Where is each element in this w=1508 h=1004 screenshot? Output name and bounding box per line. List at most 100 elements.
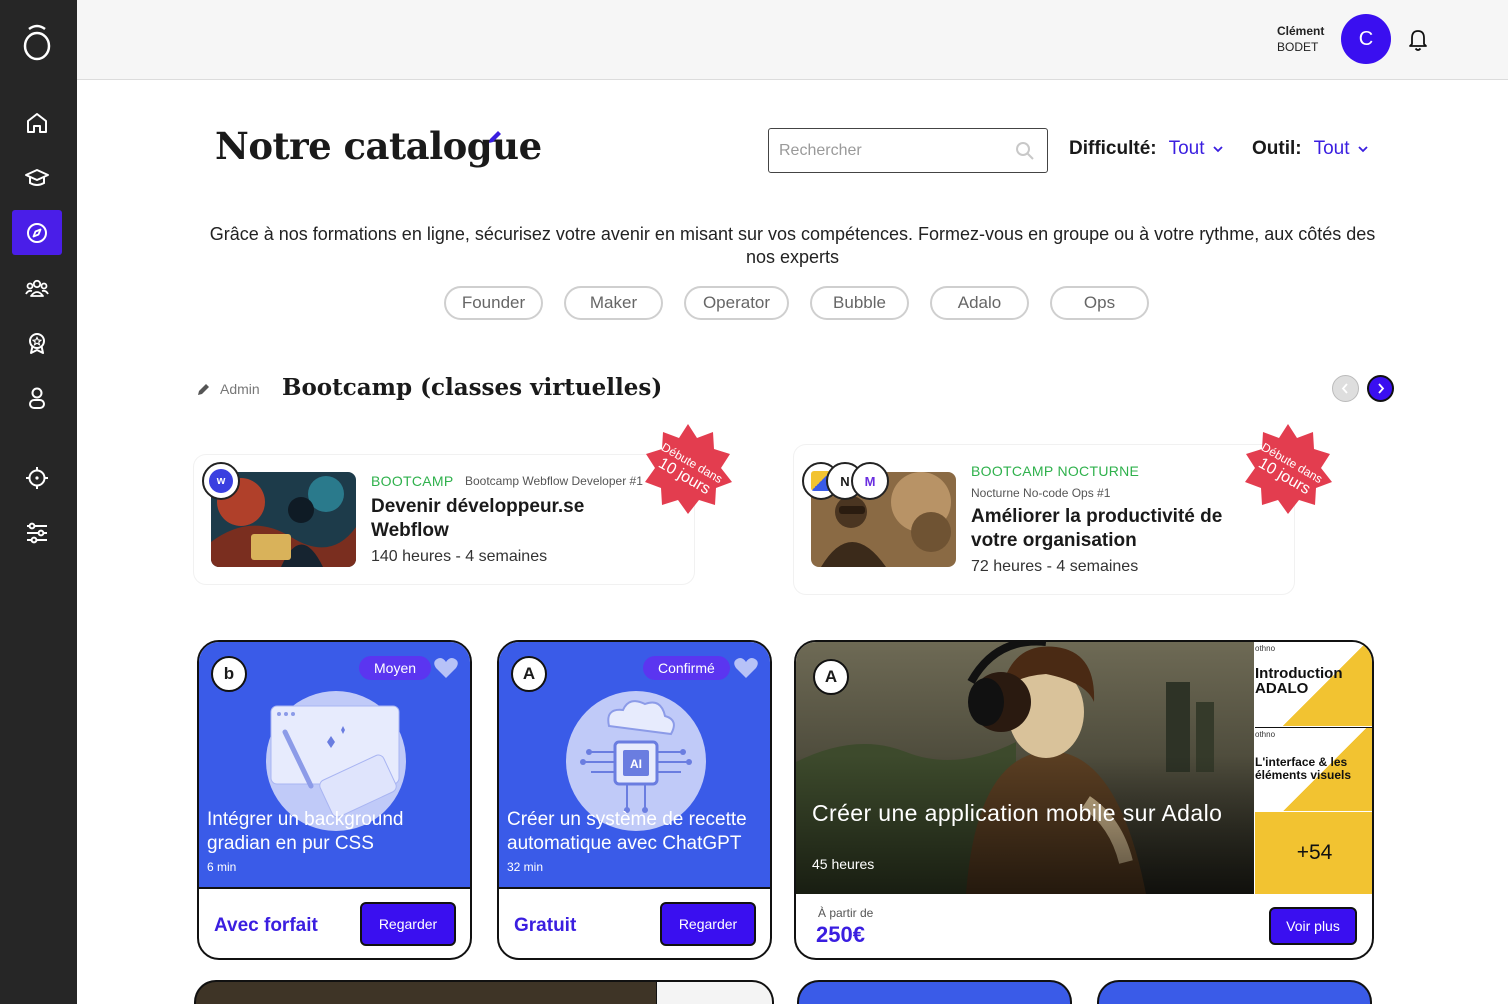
bootcamp-title: Devenir développeur.se Webflow — [371, 496, 585, 541]
bubble-logo-icon: b — [211, 656, 247, 692]
badge-icon — [29, 332, 45, 354]
level-badge: Confirmé — [643, 656, 730, 680]
user-name[interactable]: Clément BODET — [1277, 23, 1324, 55]
featured-title: Créer une application mobile sur Adalo — [812, 800, 1223, 826]
bell-icon[interactable] — [1407, 27, 1429, 53]
heart-icon[interactable] — [733, 656, 759, 680]
course-cover: A Confirmé AI Créer un système de recett… — [499, 642, 770, 887]
difficulty-value: Tout — [1168, 138, 1205, 159]
tool-select[interactable]: Tout — [1314, 138, 1370, 160]
chevron-down-icon — [1357, 146, 1368, 153]
carousel-prev-button[interactable] — [1332, 375, 1359, 402]
target-icon — [26, 466, 48, 489]
course-card[interactable]: A Confirmé AI Créer un système de recett… — [497, 640, 772, 960]
course-card[interactable]: b Moyen Intégrer un background gradian e… — [197, 640, 472, 960]
nav-catalogue[interactable] — [12, 210, 62, 255]
adalo-logo-icon: A — [813, 659, 849, 695]
difficulty-label: Difficulté: — [1069, 138, 1157, 159]
compass-icon — [27, 222, 47, 243]
user-last-name: BODET — [1277, 40, 1319, 54]
course-title: Créer un système de recette automatique … — [507, 809, 747, 854]
course-card-peek[interactable] — [797, 980, 1072, 1004]
section-title: Bootcamp (classes virtuelles) — [282, 374, 663, 401]
nav-goals[interactable] — [12, 455, 62, 500]
chip-bubble[interactable]: Bubble — [810, 286, 909, 320]
community-icon — [25, 279, 49, 297]
tool-label: Outil: — [1252, 138, 1302, 159]
course-footer: Gratuit Regarder — [499, 887, 770, 946]
search-input[interactable] — [779, 141, 1009, 161]
course-price: Gratuit — [514, 915, 577, 936]
webflow-logo-icon: w — [202, 462, 240, 500]
search-box — [768, 128, 1048, 173]
chevron-down-icon — [1212, 146, 1223, 153]
bootcamp-title: Améliorer la productivité de votre organ… — [971, 506, 1223, 551]
see-more-button[interactable]: Voir plus — [1269, 907, 1357, 945]
bootcamp-card[interactable]: N M BOOTCAMP NOCTURNE Nocturne No-code O… — [794, 445, 1294, 594]
tool-value: Tout — [1313, 138, 1350, 159]
difficulty-select[interactable]: Tout — [1169, 138, 1225, 160]
intro-text: Grâce à nos formations en ligne, sécuris… — [209, 224, 1376, 267]
category-chips: Founder Maker Operator Bubble Adalo Ops — [444, 286, 1149, 320]
make-logo-icon: M — [851, 462, 889, 500]
pencil-icon[interactable] — [486, 128, 504, 146]
lesson-thumbnail[interactable]: othno Introduction ADALO — [1255, 642, 1372, 726]
chip-founder[interactable]: Founder — [444, 286, 543, 320]
more-lessons-count[interactable]: +54 — [1255, 812, 1372, 894]
course-card-peek[interactable] — [194, 980, 774, 1004]
nav-settings[interactable] — [12, 510, 62, 555]
search-icon[interactable] — [1015, 141, 1035, 161]
user-first-name: Clément — [1277, 24, 1325, 38]
nav-certifications[interactable] — [12, 320, 62, 365]
lesson-thumbnail[interactable]: othno L'interface & les éléments visuels — [1255, 727, 1372, 811]
chip-adalo[interactable]: Adalo — [930, 286, 1029, 320]
bootcamp-kind: BOOTCAMP NOCTURNE — [971, 463, 1140, 479]
admin-label: Admin — [220, 381, 260, 397]
chip-operator[interactable]: Operator — [684, 286, 789, 320]
chevron-left-icon — [1341, 383, 1348, 394]
user-icon — [29, 387, 45, 409]
course-card-peek[interactable] — [1097, 980, 1372, 1004]
logo-icon[interactable] — [20, 24, 54, 62]
bootcamp-subtitle: Nocturne No-code Ops #1 — [971, 486, 1111, 500]
bootcamp-subtitle: Bootcamp Webflow Developer #1 — [465, 474, 643, 488]
difficulty-filter[interactable]: Difficulté: Tout — [1069, 138, 1225, 160]
nav-courses[interactable] — [12, 155, 62, 200]
featured-price: 250€ — [816, 922, 865, 947]
featured-duration: 45 heures — [812, 856, 875, 872]
chip-ops[interactable]: Ops — [1050, 286, 1149, 320]
home-icon — [27, 112, 47, 133]
nav-profile[interactable] — [12, 375, 62, 420]
heart-icon[interactable] — [433, 656, 459, 680]
tool-filter[interactable]: Outil: Tout — [1252, 138, 1370, 160]
course-price: Avec forfait — [214, 915, 318, 936]
level-badge: Moyen — [359, 656, 432, 680]
graduation-cap-icon — [25, 168, 49, 186]
sidebar — [0, 0, 77, 1004]
settings-sliders-icon — [27, 522, 47, 543]
carousel-next-button[interactable] — [1367, 375, 1394, 402]
featured-course-card[interactable]: A Créer une application mobile sur Adalo… — [794, 640, 1374, 960]
top-bar: Clément BODET C — [77, 0, 1508, 80]
course-duration: 6 min — [207, 860, 237, 874]
pencil-icon — [198, 384, 209, 395]
price-from-label: À partir de — [818, 906, 874, 920]
course-cover: b Moyen Intégrer un background gradian e… — [199, 642, 470, 887]
bootcamp-meta: 72 heures - 4 semaines — [971, 558, 1139, 575]
course-title: Intégrer un background gradian en pur CS… — [207, 809, 404, 854]
svg-text:AI: AI — [630, 757, 642, 771]
nav-home[interactable] — [12, 100, 62, 145]
watch-button[interactable]: Regarder — [360, 902, 456, 946]
admin-edit[interactable]: Admin — [196, 381, 260, 397]
bootcamp-meta: 140 heures - 4 semaines — [371, 548, 548, 565]
avatar[interactable]: C — [1341, 14, 1391, 64]
chip-maker[interactable]: Maker — [564, 286, 663, 320]
adalo-logo-icon: A — [511, 656, 547, 692]
bootcamp-kind: BOOTCAMP — [371, 473, 454, 489]
course-duration: 32 min — [507, 860, 544, 874]
watch-button[interactable]: Regarder — [660, 902, 756, 946]
chevron-right-icon — [1378, 383, 1385, 394]
nav-community[interactable] — [12, 265, 62, 310]
course-footer: Avec forfait Regarder — [199, 887, 470, 946]
bootcamp-card[interactable]: w BOOTCAMP Bootcamp Webflow Developer #1… — [194, 455, 694, 584]
